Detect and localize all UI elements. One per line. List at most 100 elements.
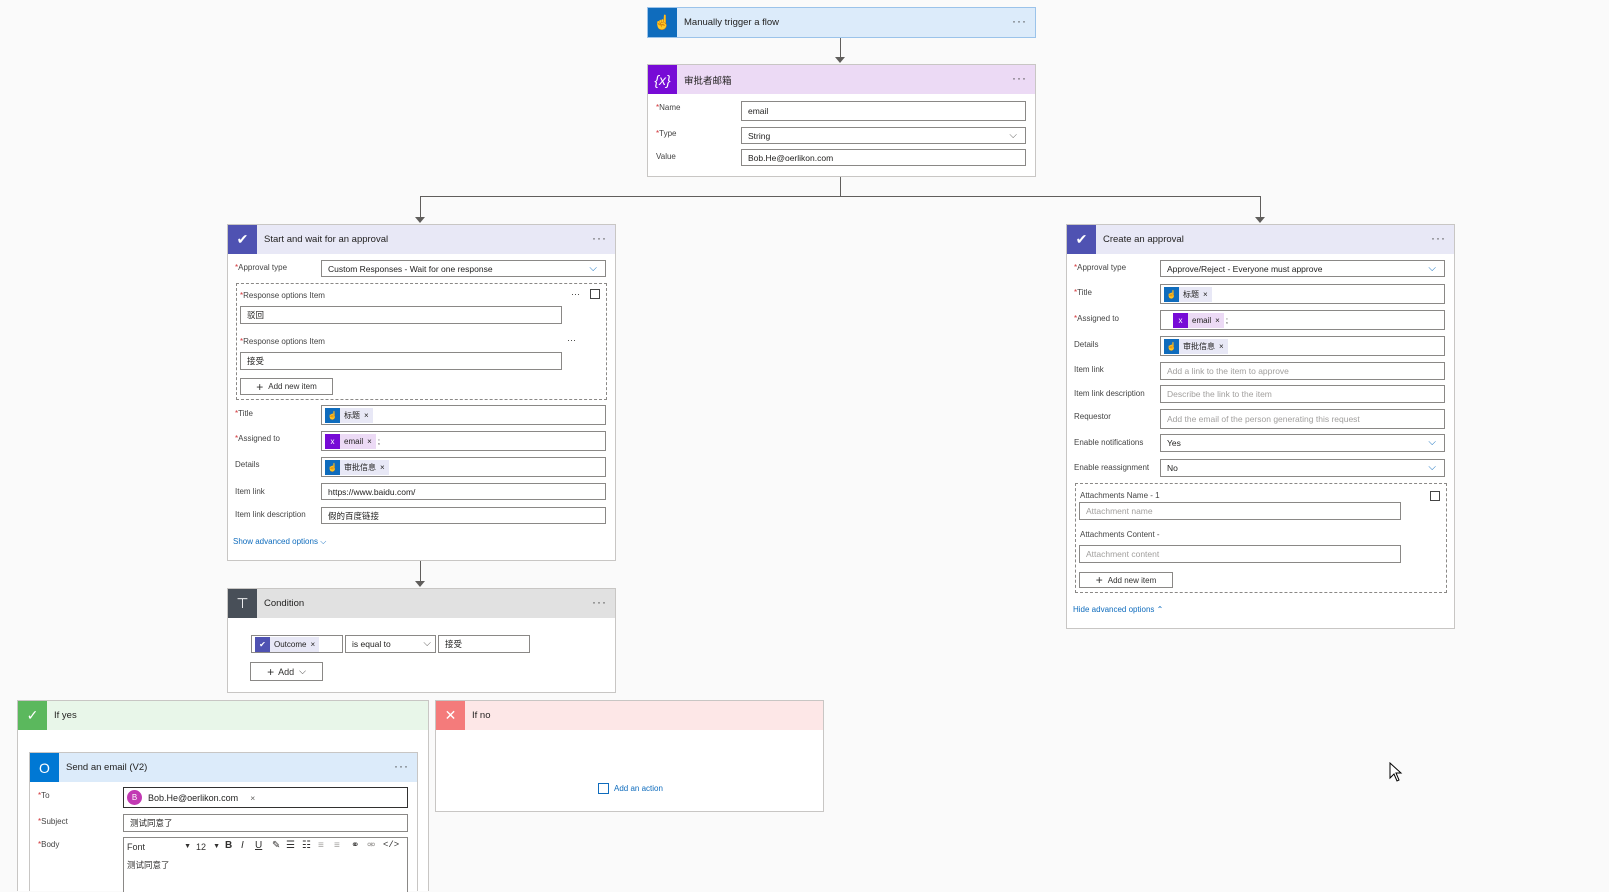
font-size-dropdown[interactable]: 12 ▼ [196,840,220,853]
increase-indent-icon[interactable]: ≡ [334,840,340,851]
more-options-icon[interactable]: ··· [592,231,607,245]
remove-token-icon[interactable]: × [250,793,255,803]
requestor-field[interactable]: Add the email of the person generating t… [1160,409,1445,429]
link-label: Hide advanced options [1073,605,1155,614]
name-field[interactable]: email [741,101,1026,121]
remove-token-icon[interactable]: × [364,411,369,420]
variable-title[interactable]: 审批者邮箱 [684,73,732,87]
email-token[interactable]: x email × [325,433,376,449]
enable-notifications-dropdown[interactable]: Yes ⌵ [1160,434,1445,452]
underline-icon[interactable]: U [255,840,262,851]
condition-title[interactable]: Condition [264,598,304,609]
remove-token-icon[interactable]: × [1203,290,1208,299]
chevron-down-icon: ⌵ [1428,263,1436,274]
condition-value-field[interactable]: 接受 [438,635,530,653]
unlink-icon[interactable]: ⚮ [367,840,375,851]
approval-type-dropdown[interactable]: Custom Responses - Wait for one response… [321,260,606,277]
title-token[interactable]: ☝ 标题 × [1164,286,1212,302]
copy-icon[interactable] [1430,491,1440,501]
numbered-list-icon[interactable]: ☷ [302,840,311,851]
touch-icon: ☝ [325,459,340,475]
connector-line [1260,196,1261,218]
more-options-icon[interactable]: ··· [394,759,409,773]
add-action-link[interactable]: Add an action [598,783,663,794]
body-editor[interactable]: Font ▼ 12 ▼ B I U ✎ ☰ ☷ ≡ ≡ ⚭ ⚮ </> 测试同意了 [123,837,408,892]
plus-icon: + [256,379,264,394]
response-option-field[interactable]: 接受 [240,352,562,370]
email-token[interactable]: x email × [1173,312,1224,328]
add-condition-button[interactable]: + Add ⌵ [250,662,323,681]
item-link-description-field[interactable]: Describe the link to the item [1160,385,1445,403]
variable-card: {x} 审批者邮箱 ··· *Name email *Type String ⌵ … [647,64,1036,177]
code-view-icon[interactable]: </> [383,840,399,850]
details-token[interactable]: ☝ 审批信息 × [1164,338,1228,354]
details-field[interactable]: ☝ 审批信息 × [321,457,606,477]
more-options-icon[interactable]: ··· [567,335,576,345]
item-link-description-field[interactable]: 假的百度链接 [321,507,606,524]
title-label: *Title [1074,288,1092,297]
more-options-icon[interactable]: ··· [571,289,580,299]
trigger-card[interactable]: ☝ Manually trigger a flow ··· [647,7,1036,38]
recipient-token[interactable]: B Bob.He@oerlikon.com × [127,790,255,805]
remove-token-icon[interactable]: × [310,640,315,649]
add-new-item-button[interactable]: + Add new item [1079,572,1173,588]
approval-type-label: *Approval type [235,263,288,272]
condition-operand-field[interactable]: ✔ Outcome × [251,635,343,653]
bulleted-list-icon[interactable]: ☰ [286,840,295,851]
response-option-label: *Response options Item [240,291,325,300]
add-new-item-label: Add new item [268,382,317,391]
more-options-icon[interactable]: ··· [592,595,607,609]
title-field[interactable]: ☝ 标题 × [1160,284,1445,304]
subject-field[interactable]: 测试同意了 [123,814,408,832]
create-approval-title[interactable]: Create an approval [1103,234,1184,245]
font-value: Font [127,841,146,852]
more-options-icon[interactable]: ··· [1012,71,1027,85]
send-email-title[interactable]: Send an email (V2) [66,762,147,773]
avatar: B [127,790,142,805]
token-label: Outcome [274,639,307,649]
show-advanced-options-link[interactable]: Show advanced options ⌵ [233,537,326,547]
chevron-down-icon: ⌵ [320,537,327,546]
bold-icon[interactable]: B [225,840,232,851]
item-link-field[interactable]: Add a link to the item to approve [1160,362,1445,380]
type-dropdown[interactable]: String ⌵ [741,127,1026,144]
enable-reassignment-label: Enable reassignment [1074,463,1150,472]
more-options-icon[interactable]: ··· [1431,231,1446,245]
connector-line [420,561,421,582]
outcome-token[interactable]: ✔ Outcome × [255,636,320,652]
font-dropdown[interactable]: Font ▼ [127,840,191,853]
details-field[interactable]: ☝ 审批信息 × [1160,336,1445,356]
to-field[interactable]: B Bob.He@oerlikon.com × [123,787,408,808]
remove-token-icon[interactable]: × [1219,342,1224,351]
copy-icon[interactable] [590,289,600,299]
enable-reassignment-dropdown[interactable]: No ⌵ [1160,459,1445,477]
hide-advanced-options-link[interactable]: Hide advanced options ⌃ [1073,605,1163,614]
condition-operator-dropdown[interactable]: is equal to ⌵ [345,635,436,653]
item-link-field[interactable]: https://www.baidu.com/ [321,483,606,500]
title-field[interactable]: ☝ 标题 × [321,405,606,425]
type-label: *Type [656,129,677,138]
response-option-field[interactable]: 驳回 [240,306,562,324]
attachment-content-field[interactable]: Attachment content [1079,545,1401,563]
value-field[interactable]: Bob.He@oerlikon.com [741,149,1026,166]
more-options-icon[interactable]: ··· [1012,14,1027,28]
add-new-item-button[interactable]: + Add new item [240,378,333,395]
separator: ; [1225,315,1229,325]
notifications-value: Yes [1167,438,1181,448]
highlight-icon[interactable]: ✎ [272,840,280,851]
approval-type-dropdown[interactable]: Approve/Reject - Everyone must approve ⌵ [1160,260,1445,277]
approval-title[interactable]: Start and wait for an approval [264,234,388,245]
details-token[interactable]: ☝ 审批信息 × [325,459,389,475]
decrease-indent-icon[interactable]: ≡ [318,840,324,851]
attachments-name-label: Attachments Name - 1 [1080,491,1160,500]
link-icon[interactable]: ⚭ [351,840,359,851]
attachment-name-field[interactable]: Attachment name [1079,502,1401,520]
assigned-to-field[interactable]: x email ×; [1160,310,1445,330]
remove-token-icon[interactable]: × [1215,316,1220,325]
chevron-down-icon: ⌵ [1428,462,1436,473]
remove-token-icon[interactable]: × [380,463,385,472]
assigned-to-field[interactable]: x email ×; [321,431,606,451]
remove-token-icon[interactable]: × [367,437,372,446]
title-token[interactable]: ☝ 标题 × [325,407,373,423]
italic-icon[interactable]: I [241,840,244,851]
